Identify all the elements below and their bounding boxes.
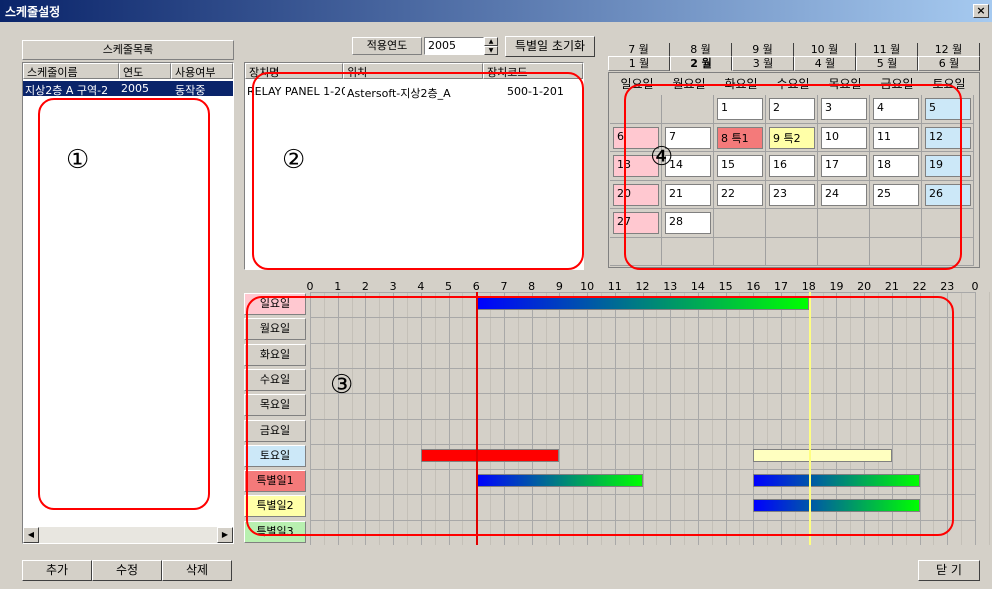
col-status[interactable]: 사용여부: [171, 63, 233, 79]
window-title: 스케줄설정: [5, 5, 61, 19]
hour-tick-label: 16: [746, 280, 761, 293]
hour-tick-label: 2: [361, 280, 369, 293]
edit-button[interactable]: 수정: [92, 560, 162, 581]
schedule-list-title: 스케줄목록: [22, 40, 234, 60]
list-item[interactable]: 지상2층 A 구역-2 2005 동작중: [23, 81, 233, 97]
hour-tick-label: 21: [884, 280, 899, 293]
tab-month[interactable]: 4 월: [794, 56, 856, 71]
half-hour-gridline: [988, 292, 990, 545]
tab-month[interactable]: 5 월: [856, 56, 918, 71]
hour-tick-label: 0: [306, 280, 314, 293]
schedule-status: 동작중: [175, 84, 206, 97]
hour-tick-label: 19: [829, 280, 844, 293]
close-icon[interactable]: ×: [973, 4, 989, 18]
hour-tick-label: 23: [940, 280, 955, 293]
tab-month[interactable]: 6 월: [918, 56, 980, 71]
hour-tick-label: 4: [417, 280, 425, 293]
hour-tick-label: 18: [801, 280, 816, 293]
hour-tick-label: 13: [663, 280, 678, 293]
hour-tick-label: 5: [445, 280, 453, 293]
hour-tick-label: 3: [389, 280, 397, 293]
year-label-text: 적용연도: [366, 39, 408, 52]
spin-down-icon[interactable]: ▼: [484, 46, 498, 55]
tab-month[interactable]: 7 월: [608, 43, 670, 57]
tab-month[interactable]: 10 월: [794, 43, 856, 57]
hour-tick-label: 11: [607, 280, 622, 293]
hour-gridline: [975, 292, 976, 545]
year-label: 적용연도: [352, 37, 422, 55]
hour-tick-label: 0: [971, 280, 979, 293]
hour-tick-label: 20: [857, 280, 872, 293]
reset-special-button[interactable]: 특별일 초기화: [505, 36, 595, 57]
col-schedule-name[interactable]: 스케줄이름: [23, 63, 119, 79]
annotation-2: ②: [282, 145, 306, 175]
hour-tick-label: 9: [555, 280, 563, 293]
annotation-box-1: [38, 98, 210, 510]
hour-tick-label: 14: [690, 280, 705, 293]
annotation-box-4: [624, 84, 962, 270]
tab-month[interactable]: 2 월: [670, 56, 732, 71]
title-bar: 스케줄설정 ×: [0, 0, 992, 22]
delete-button[interactable]: 삭제: [162, 560, 232, 581]
hour-tick-label: 17: [774, 280, 789, 293]
scroll-left-icon[interactable]: ◀: [23, 527, 39, 543]
hour-tick-label: 1: [334, 280, 342, 293]
tab-month[interactable]: 8 월: [670, 43, 732, 57]
tab-month[interactable]: 9 월: [732, 43, 794, 57]
add-button[interactable]: 추가: [22, 560, 92, 581]
schedule-list-header: 스케줄이름 연도 사용여부: [23, 63, 233, 79]
scroll-right-icon[interactable]: ▶: [217, 527, 233, 543]
schedule-list-title-text: 스케줄목록: [102, 43, 154, 56]
horizontal-scrollbar[interactable]: ◀ ▶: [23, 527, 233, 543]
hour-tick-label: 15: [718, 280, 733, 293]
tab-month[interactable]: 12 월: [918, 43, 980, 57]
annotation-1: ①: [66, 145, 90, 175]
month-tabs-bottom: 1 월2 월3 월4 월5 월6 월: [608, 56, 980, 72]
year-spinner[interactable]: ▲ ▼: [484, 37, 498, 55]
year-input[interactable]: 2005: [424, 37, 484, 55]
schedule-name: 지상2층 A 구역-2: [25, 84, 109, 97]
tab-month[interactable]: 3 월: [732, 56, 794, 71]
spin-up-icon[interactable]: ▲: [484, 37, 498, 46]
hour-tick-label: 7: [500, 280, 508, 293]
annotation-box-3: [246, 296, 954, 536]
row-gridline: [310, 292, 975, 293]
hour-tick-label: 8: [528, 280, 536, 293]
hour-tick-label: 6: [472, 280, 480, 293]
hour-tick-label: 12: [635, 280, 650, 293]
annotation-3: ③: [330, 370, 354, 400]
close-button[interactable]: 닫 기: [918, 560, 980, 581]
col-year[interactable]: 연도: [119, 63, 171, 79]
hour-tick-label: 10: [580, 280, 595, 293]
tab-month[interactable]: 1 월: [608, 56, 670, 71]
half-hour-gridline: [961, 292, 963, 545]
annotation-4: ④: [650, 142, 674, 172]
tab-month[interactable]: 11 월: [856, 43, 918, 57]
hour-tick-label: 22: [912, 280, 927, 293]
schedule-year: 2005: [121, 82, 149, 95]
